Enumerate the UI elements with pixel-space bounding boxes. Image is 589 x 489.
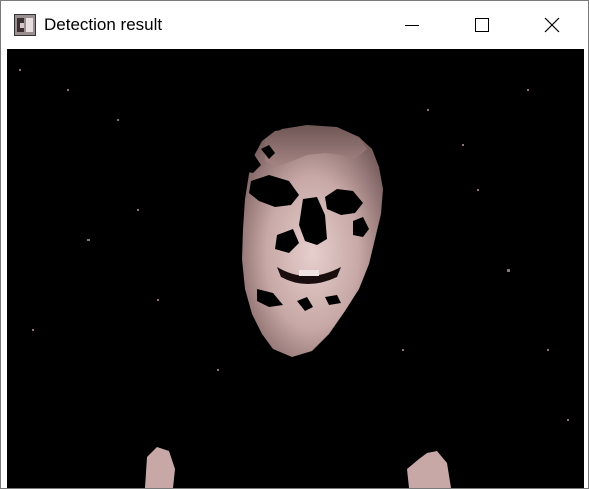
minimize-button[interactable] [389, 1, 435, 49]
close-button[interactable] [529, 1, 575, 49]
maximize-icon [475, 18, 489, 32]
image-window-icon [14, 14, 36, 36]
close-icon [544, 17, 560, 33]
minimize-icon [405, 25, 419, 26]
detection-result-window: Detection result [0, 0, 589, 489]
skin-detection-image [7, 49, 584, 488]
window-title: Detection result [44, 15, 163, 34]
detection-image-area [7, 49, 584, 488]
maximize-button[interactable] [459, 1, 505, 49]
title-bar[interactable]: Detection result [1, 1, 588, 49]
